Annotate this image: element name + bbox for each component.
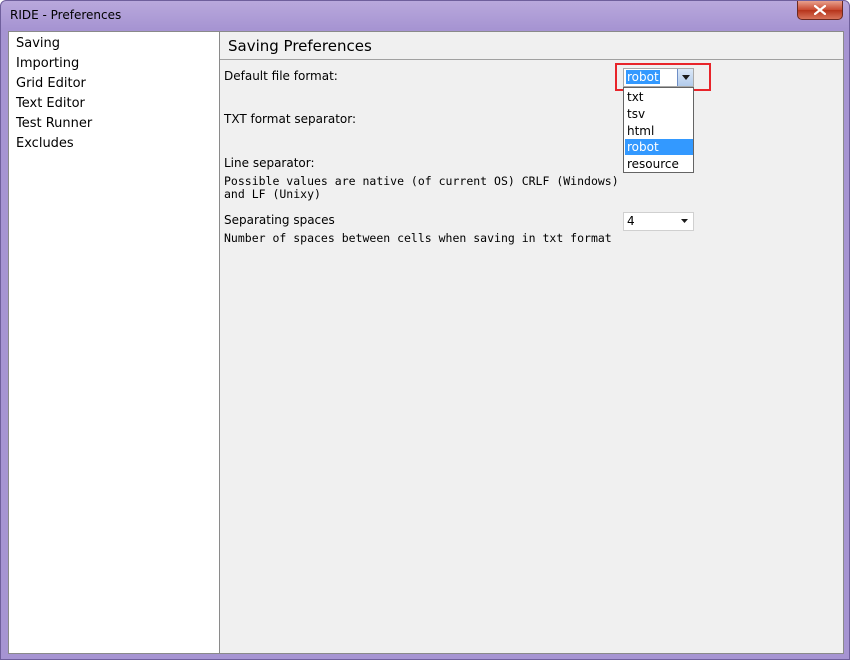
separating-spaces-label: Separating spaces xyxy=(224,213,335,227)
separating-spaces-help: Number of spaces between cells when savi… xyxy=(224,231,612,245)
title-bar[interactable]: RIDE - Preferences xyxy=(1,1,849,29)
panel-title: Saving Preferences xyxy=(228,37,372,55)
tree-item-saving[interactable]: Saving xyxy=(16,36,60,51)
default-format-options-list[interactable]: txt tsv html robot resource xyxy=(623,87,694,173)
separating-spaces-value: 4 xyxy=(627,214,635,228)
title-divider xyxy=(220,59,843,60)
option-resource[interactable]: resource xyxy=(625,156,693,172)
line-separator-help-line-2: and LF (Unixy) xyxy=(224,187,321,201)
option-html[interactable]: html xyxy=(625,123,693,139)
tree-item-excludes[interactable]: Excludes xyxy=(16,136,74,151)
option-txt[interactable]: txt xyxy=(625,89,693,105)
chevron-down-icon xyxy=(681,219,688,223)
tree-item-text-editor[interactable]: Text Editor xyxy=(16,96,85,111)
line-separator-label: Line separator: xyxy=(224,156,315,170)
default-format-label: Default file format: xyxy=(224,69,338,83)
close-button[interactable] xyxy=(797,1,843,20)
tree-item-grid-editor[interactable]: Grid Editor xyxy=(16,76,86,91)
tree-item-test-runner[interactable]: Test Runner xyxy=(16,116,92,131)
dialog-client-area: Saving Importing Grid Editor Text Editor… xyxy=(8,31,844,654)
preferences-tree: Saving Importing Grid Editor Text Editor… xyxy=(9,32,220,653)
option-tsv[interactable]: tsv xyxy=(625,106,693,122)
close-icon xyxy=(814,5,826,15)
option-robot[interactable]: robot xyxy=(625,139,693,155)
window-title: RIDE - Preferences xyxy=(10,8,122,22)
txt-separator-label: TXT format separator: xyxy=(224,112,357,126)
saving-preferences-panel: Saving Preferences Default file format: … xyxy=(220,32,843,653)
separating-spaces-select[interactable]: 4 xyxy=(623,212,694,231)
tree-item-importing[interactable]: Importing xyxy=(16,56,79,71)
preferences-window: RIDE - Preferences Saving Importing Grid… xyxy=(0,0,850,660)
